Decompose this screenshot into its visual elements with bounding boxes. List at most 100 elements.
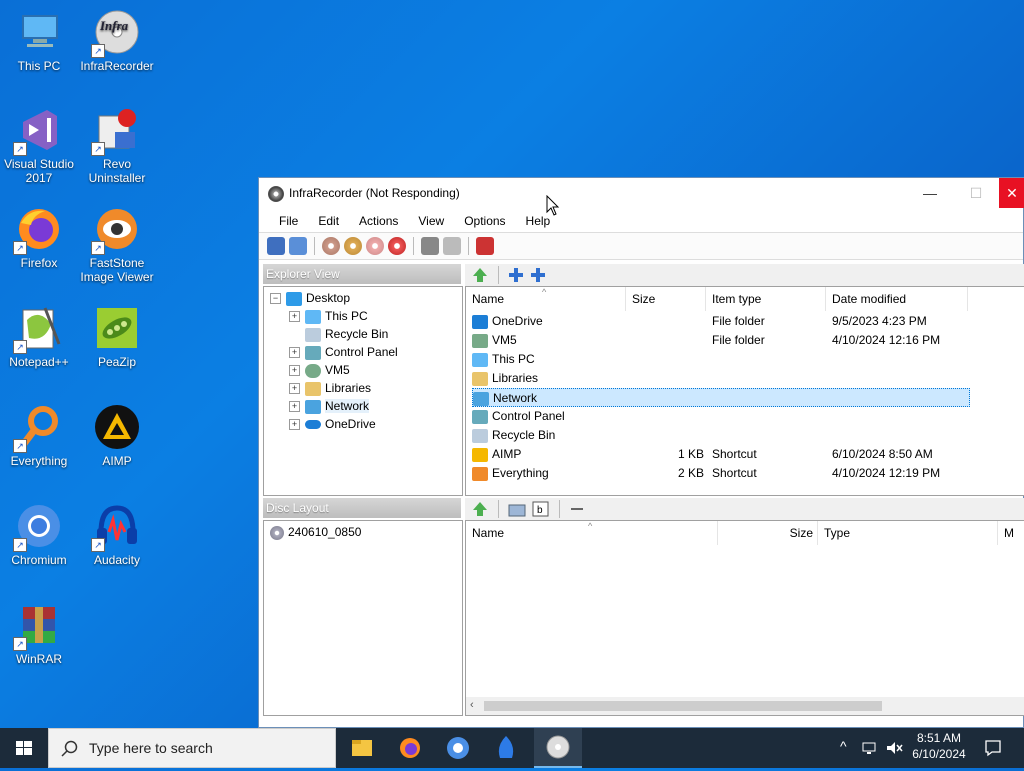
taskbar-file-explorer[interactable] [338,728,386,768]
clock[interactable]: 8:51 AM 6/10/2024 [906,728,972,768]
infrarecorder-icon [546,735,570,759]
expand-icon[interactable]: + [289,383,300,395]
expand-icon[interactable]: + [289,311,300,323]
desktop-icon-notepadpp[interactable]: ↗ Notepad++ [0,304,78,369]
column-item-type[interactable]: Item type [706,287,826,311]
file-row[interactable]: OneDrive File folder 9/5/2023 4:23 PM [472,312,970,331]
copy-disc-icon[interactable] [344,237,362,255]
revo-uninstaller-icon: ↗ [91,106,141,156]
desktop-icon-this-pc[interactable]: This PC [0,8,78,73]
infrarecorder-icon [268,186,284,202]
disc-root[interactable]: 240610_0850 [270,523,361,541]
column-size[interactable]: Size [626,287,706,311]
file-row[interactable]: Control Panel [472,407,970,426]
rename-icon[interactable]: b [532,501,550,517]
tree-item-onedrive[interactable]: + OneDrive [289,415,376,433]
open-project-icon[interactable] [267,237,285,255]
expand-icon[interactable]: + [289,401,300,413]
notifications-button[interactable] [980,728,1020,768]
desktop-icon-infrarecorder[interactable]: Infra ↗ InfraRecorder [78,8,156,73]
tree-item-this-pc[interactable]: + This PC [289,307,368,325]
file-row[interactable]: Everything 2 KB Shortcut 4/10/2024 12:19 PM [472,464,970,483]
maximize-button[interactable]: ☐ [953,178,999,208]
horizontal-scrollbar[interactable]: ‹ [466,697,1024,715]
file-row[interactable]: AIMP 1 KB Shortcut 6/10/2024 8:50 AM [472,445,970,464]
menu-options[interactable]: Options [452,214,513,228]
erase-disc-icon[interactable] [366,237,384,255]
search-box[interactable]: Type here to search [48,728,336,768]
desktop-icon-faststone[interactable]: ↗ FastStone Image Viewer [78,205,156,284]
burn-disc-icon[interactable] [322,237,340,255]
menu-view[interactable]: View [406,214,452,228]
scroll-left-icon[interactable]: ‹ [470,699,474,711]
close-button[interactable]: ✕ [999,178,1024,208]
network-icon [305,399,321,414]
remove-icon[interactable] [569,501,585,517]
desktop-icon-label: AIMP [102,454,132,468]
taskbar-infrarecorder[interactable] [534,728,582,768]
network-icon[interactable] [862,740,878,756]
tree-item-desktop[interactable]: − Desktop [270,289,350,307]
desktop-icon-everything[interactable]: ↗ Everything [0,403,78,468]
taskbar-app[interactable] [482,728,530,768]
new-folder-icon[interactable] [508,501,526,517]
up-arrow-icon[interactable] [471,266,489,284]
expand-icon[interactable]: + [289,365,300,377]
start-button[interactable] [0,728,48,768]
tree-item-libraries[interactable]: + Libraries [289,379,371,397]
tree-item-network[interactable]: + Network [289,397,370,415]
file-row[interactable]: This PC [472,350,970,369]
column-type[interactable]: Type [818,521,998,545]
tree-label: VM5 [325,363,350,377]
scissors-icon[interactable] [421,237,439,255]
desktop-icon-aimp[interactable]: AIMP [78,403,156,468]
taskbar-chromium[interactable] [434,728,482,768]
volume-muted-icon[interactable] [886,740,904,756]
column-date-modified[interactable]: Date modified [826,287,968,311]
column-modified[interactable]: M [998,521,1024,545]
disc-icon [270,525,284,540]
file-name: AIMP [492,447,522,461]
add-icon[interactable] [508,267,524,283]
eject-icon[interactable] [443,237,461,255]
collapse-icon[interactable]: − [270,293,281,305]
tree-item-control-panel[interactable]: + Control Panel [289,343,398,361]
chevron-up-icon[interactable]: ^ [840,738,847,754]
expand-icon[interactable]: + [289,419,300,431]
network-icon [473,391,489,406]
desktop-icon-peazip[interactable]: PeaZip [78,304,156,369]
scrollbar-thumb[interactable] [484,701,882,711]
file-row[interactable]: Recycle Bin [472,426,970,445]
disc-info-icon[interactable] [388,237,406,255]
menu-edit[interactable]: Edit [306,214,347,228]
expand-icon[interactable]: + [289,347,300,359]
up-arrow-icon[interactable] [471,500,489,518]
minimize-button[interactable]: — [907,178,953,208]
file-row[interactable]: Libraries [472,369,970,388]
desktop-icon-visual-studio[interactable]: ↗ Visual Studio 2017 [0,106,78,185]
desktop-icon-revo[interactable]: ↗ Revo Uninstaller [78,106,156,185]
add-all-icon[interactable] [530,267,546,283]
taskbar-firefox[interactable] [386,728,434,768]
toolbar-separator [314,237,315,255]
desktop-icon-firefox[interactable]: ↗ Firefox [0,205,78,270]
library-icon [305,381,321,396]
clock-date: 6/10/2024 [912,747,966,761]
file-row[interactable]: VM5 File folder 4/10/2024 12:16 PM [472,331,970,350]
menu-actions[interactable]: Actions [347,214,406,228]
desktop-icon-winrar[interactable]: ↗ WinRAR [0,601,78,666]
file-row[interactable]: Network [472,388,970,407]
title-bar[interactable]: InfraRecorder (Not Responding) — ☐ ✕ [259,178,1024,210]
save-project-icon[interactable] [289,237,307,255]
column-size[interactable]: Size [718,521,818,545]
file-name: OneDrive [492,314,543,328]
tree-item-vm5[interactable]: + VM5 [289,361,350,379]
menu-file[interactable]: File [267,214,306,228]
aimp-icon [472,447,488,462]
exit-icon[interactable] [476,237,494,255]
recycle-bin-icon [305,327,321,342]
tree-item-recycle-bin[interactable]: Recycle Bin [289,325,388,343]
desktop-icon [286,291,302,306]
desktop-icon-chromium[interactable]: ↗ Chromium [0,502,78,567]
desktop-icon-audacity[interactable]: ↗ Audacity [78,502,156,567]
